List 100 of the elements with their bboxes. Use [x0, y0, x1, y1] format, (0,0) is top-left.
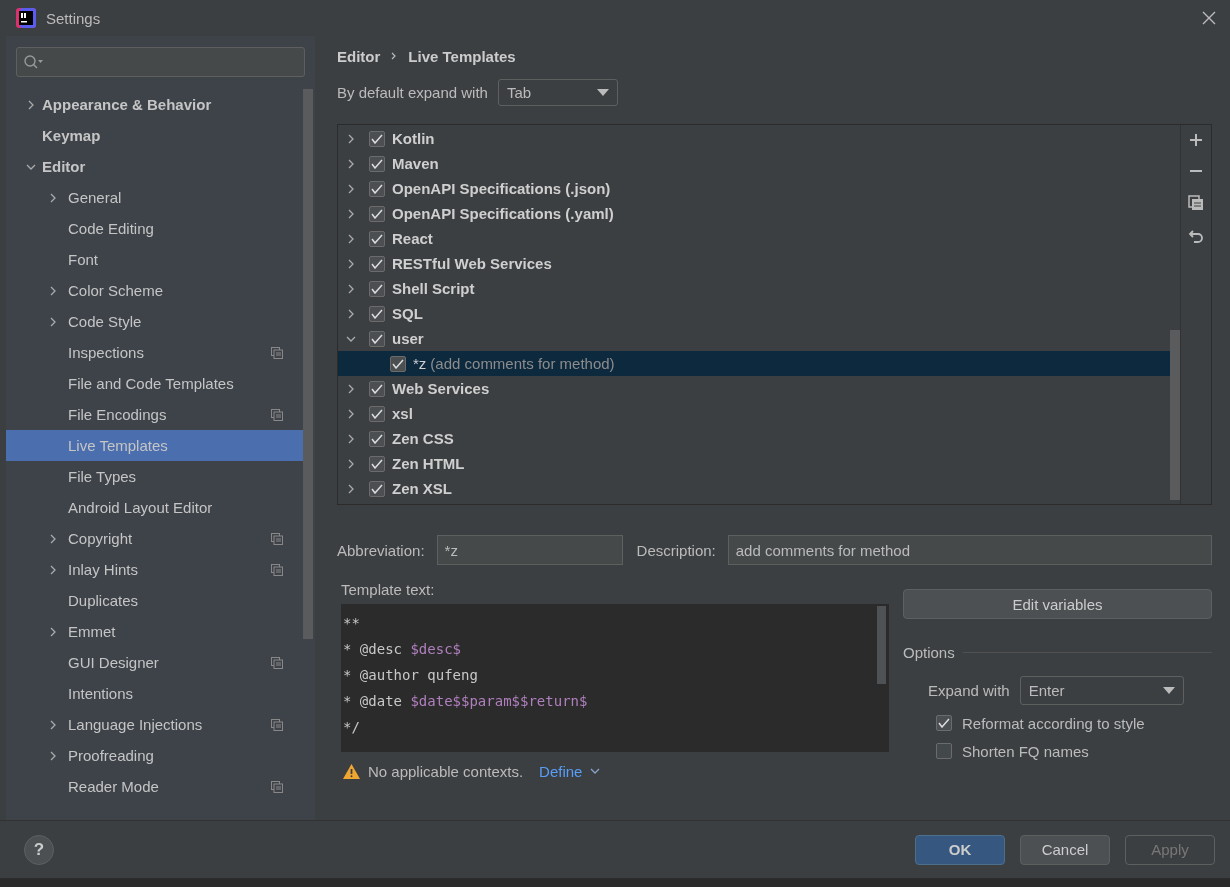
checkbox[interactable] [369, 380, 385, 397]
sidebar-item[interactable]: Emmet [6, 616, 303, 647]
template-group-row[interactable]: Kotlin [338, 126, 1170, 151]
chevron-right-icon[interactable] [346, 183, 356, 194]
template-group-row[interactable]: Zen HTML [338, 451, 1170, 476]
template-group-row[interactable]: xsl [338, 401, 1170, 426]
chevron-right-icon[interactable] [346, 208, 356, 219]
template-group-row[interactable]: OpenAPI Specifications (.json) [338, 176, 1170, 201]
sidebar-item[interactable]: Keymap [6, 120, 303, 151]
checkbox[interactable] [369, 130, 385, 147]
close-icon[interactable] [1202, 11, 1216, 25]
chevron-right-icon[interactable] [346, 308, 356, 319]
sidebar-item[interactable]: Language Injections [6, 709, 303, 740]
sidebar-item[interactable]: General [6, 182, 303, 213]
checkbox[interactable] [936, 715, 952, 731]
sidebar-item[interactable]: Font [6, 244, 303, 275]
checkbox[interactable] [369, 330, 385, 347]
chevron-right-icon[interactable] [346, 483, 356, 494]
checkbox[interactable] [369, 405, 385, 422]
checkbox[interactable] [936, 743, 952, 759]
template-row[interactable]: *z (add comments for method) [338, 351, 1170, 376]
chevron-right-icon[interactable] [48, 719, 58, 730]
ok-button[interactable]: OK [915, 834, 1005, 865]
sidebar-item[interactable]: Editor [6, 151, 303, 182]
abbreviation-field[interactable]: *z [436, 535, 623, 565]
chevron-right-icon[interactable] [346, 458, 356, 469]
window-title: Settings [46, 9, 101, 27]
template-group-row[interactable]: Zen XSL [338, 476, 1170, 501]
chevron-right-icon[interactable] [26, 99, 36, 110]
sidebar-item[interactable]: Code Style [6, 306, 303, 337]
chevron-right-icon[interactable] [48, 316, 58, 327]
app-logo-icon [14, 6, 38, 30]
chevron-right-icon[interactable] [346, 158, 356, 169]
add-icon[interactable] [1189, 133, 1203, 147]
help-button[interactable]: ? [24, 834, 54, 865]
template-group-row[interactable]: user [338, 326, 1170, 351]
sidebar-item[interactable]: Duplicates [6, 585, 303, 616]
checkbox[interactable] [369, 230, 385, 247]
copy-icon[interactable] [1188, 195, 1204, 211]
chevron-right-icon[interactable] [48, 285, 58, 296]
template-group-row[interactable]: Zen CSS [338, 426, 1170, 451]
sidebar-item[interactable]: Inlay Hints [6, 554, 303, 585]
sidebar-item[interactable]: Appearance & Behavior [6, 89, 303, 120]
sidebar-item[interactable]: Intentions [6, 678, 303, 709]
template-group-row[interactable]: OpenAPI Specifications (.yaml) [338, 201, 1170, 226]
template-group-row[interactable]: Shell Script [338, 276, 1170, 301]
sidebar-item[interactable]: Reader Mode [6, 771, 303, 802]
expand-dropdown[interactable]: Tab [497, 79, 618, 106]
checkbox[interactable] [369, 305, 385, 322]
sidebar-item[interactable]: Code Editing [6, 213, 303, 244]
chevron-right-icon[interactable] [346, 283, 356, 294]
search-field[interactable] [16, 47, 305, 77]
edit-variables-button[interactable]: Edit variables [903, 589, 1212, 619]
undo-icon[interactable] [1188, 228, 1204, 244]
chevron-right-icon[interactable] [346, 258, 356, 269]
define-link[interactable]: Define [539, 763, 583, 780]
checkbox-label: Reformat according to style [962, 714, 1145, 732]
warning-icon [343, 764, 360, 779]
sidebar-item[interactable]: Android Layout Editor [6, 492, 303, 523]
sidebar-item[interactable]: Proofreading [6, 740, 303, 771]
chevron-right-icon[interactable] [48, 533, 58, 544]
sidebar-item[interactable]: GUI Designer [6, 647, 303, 678]
template-group-row[interactable]: React [338, 226, 1170, 251]
sidebar-item[interactable]: Color Scheme [6, 275, 303, 306]
chevron-right-icon[interactable] [346, 433, 356, 444]
sidebar-item[interactable]: File Encodings [6, 399, 303, 430]
expand-with-dropdown[interactable]: Enter [1019, 676, 1184, 705]
breadcrumb-item: Live Templates [408, 47, 516, 65]
checkbox[interactable] [369, 255, 385, 272]
checkbox[interactable] [369, 455, 385, 472]
checkbox[interactable] [369, 430, 385, 447]
template-text-editor[interactable]: ** * @desc $desc$ * @author qufeng * @date $date$$param$$return$ */ [341, 604, 889, 752]
scrollbar[interactable] [1170, 330, 1180, 500]
chevron-down-icon[interactable] [590, 768, 601, 775]
chevron-right-icon[interactable] [48, 564, 58, 575]
sidebar-item[interactable]: File Types [6, 461, 303, 492]
checkbox[interactable] [369, 155, 385, 172]
field-label: Abbreviation: [337, 541, 425, 559]
checkbox[interactable] [369, 280, 385, 297]
chevron-right-icon[interactable] [48, 626, 58, 637]
chevron-right-icon[interactable] [48, 192, 58, 203]
chevron-right-icon[interactable] [346, 408, 356, 419]
description-field[interactable]: add comments for method [727, 535, 1212, 565]
chevron-right-icon[interactable] [346, 233, 356, 244]
checkbox[interactable] [369, 205, 385, 222]
sidebar-item[interactable]: Inspections [6, 337, 303, 368]
checkbox[interactable] [369, 180, 385, 197]
sidebar-item[interactable]: File and Code Templates [6, 368, 303, 399]
checkbox[interactable] [390, 355, 406, 372]
chevron-right-icon[interactable] [346, 133, 356, 144]
template-group-row[interactable]: RESTful Web Services [338, 251, 1170, 276]
cancel-button[interactable]: Cancel [1020, 834, 1110, 865]
scrollbar[interactable] [303, 89, 313, 639]
chevron-right-icon[interactable] [48, 750, 58, 761]
template-group-row[interactable]: Web Services [338, 376, 1170, 401]
sidebar-item[interactable]: Copyright [6, 523, 303, 554]
chevron-right-icon[interactable] [346, 383, 356, 394]
template-group-row[interactable]: SQL [338, 301, 1170, 326]
template-group-row[interactable]: Maven [338, 151, 1170, 176]
checkbox[interactable] [369, 480, 385, 497]
